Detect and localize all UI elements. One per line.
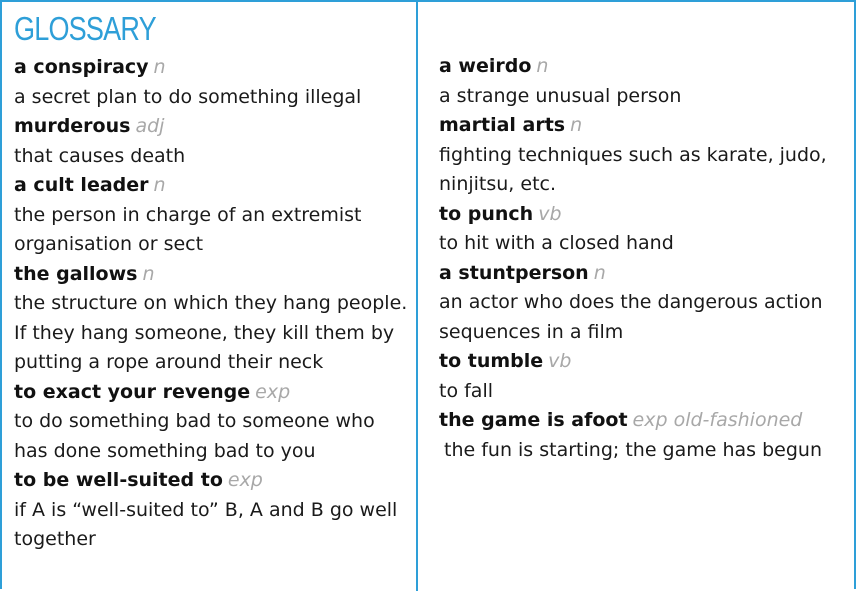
entry-term: murderous <box>14 115 131 137</box>
entry-definition: fighting techniques such as karate, judo… <box>439 143 827 196</box>
entry-term: to punch <box>439 202 534 225</box>
entry-part-of-speech: n <box>593 261 606 284</box>
glossary-right-column: a weirdo n a strange unusual person marti… <box>439 52 844 465</box>
glossary-entry: martial arts n fighting techniques such a… <box>439 111 844 200</box>
entry-term: a weirdo <box>439 55 532 77</box>
entry-term: the gallows <box>14 262 138 285</box>
entry-term-line: a cult leader n <box>14 171 410 201</box>
entry-definition: the person in charge of an extremist org… <box>14 203 362 256</box>
entry-term: martial arts <box>439 114 566 136</box>
entry-definition: to do something bad to someone who has d… <box>14 410 375 462</box>
glossary-entry: a weirdo n a strange unusual person <box>439 52 844 111</box>
entry-definition: if A is “well-suited to” B, A and B go w… <box>14 498 398 551</box>
entry-term: to tumble <box>439 350 544 372</box>
entry-part-of-speech: n <box>570 114 583 136</box>
entry-part-of-speech: vb <box>538 202 562 225</box>
entry-term: to exact your revenge <box>14 380 251 403</box>
entry-term-line: a weirdo n <box>439 52 844 82</box>
entry-term-line: martial arts n <box>439 111 844 141</box>
glossary-entry: to be well-suited to exp if A is “well-su… <box>14 466 410 555</box>
glossary-entry: murderous adj that causes death <box>14 112 410 171</box>
entry-term-line: to punch vb <box>439 200 844 230</box>
glossary-entry: to exact your revenge exp to do something… <box>14 378 410 467</box>
column-divider <box>416 0 418 591</box>
entry-definition: an actor who does the dangerous action s… <box>439 291 823 343</box>
entry-term: a conspiracy <box>14 56 149 78</box>
glossary-entry: the game is afoot exp old-fashioned the f… <box>439 406 844 465</box>
entry-term-line: to exact your revenge exp <box>14 378 410 408</box>
entry-part-of-speech: n <box>536 55 549 77</box>
entry-term-line: to be well-suited to exp <box>14 466 410 496</box>
entry-term-line: murderous adj <box>14 112 410 142</box>
entry-term: a stuntperson <box>439 261 589 284</box>
entry-term-line: the game is afoot exp old-fashioned <box>439 406 844 436</box>
entry-term-line: a stuntperson n <box>439 259 844 289</box>
glossary-entry: to tumble vb to fall <box>439 347 844 406</box>
entry-definition: to hit with a closed hand <box>439 232 674 254</box>
glossary-heading: GLOSSARY <box>14 10 157 47</box>
entry-definition: the fun is starting; the game has begun <box>444 438 823 461</box>
entry-part-of-speech: adj <box>135 115 165 137</box>
entry-definition: a strange unusual person <box>439 84 682 107</box>
entry-part-of-speech: exp <box>255 380 291 403</box>
glossary-entry: to punch vb to hit with a closed hand <box>439 200 844 259</box>
glossary-entry: a cult leader n the person in charge of a… <box>14 171 410 260</box>
entry-part-of-speech: exp old-fashioned <box>632 409 803 431</box>
entry-term: to be well-suited to <box>14 469 223 491</box>
entry-term: a cult leader <box>14 174 149 196</box>
entry-term-line: the gallows n <box>14 260 410 290</box>
glossary-entry: a conspiracy n a secret plan to do someth… <box>14 53 410 112</box>
entry-term: the game is afoot <box>439 409 628 431</box>
entry-definition: the structure on which they hang people.… <box>14 292 408 373</box>
entry-part-of-speech: vb <box>548 350 572 372</box>
entry-term-line: a conspiracy n <box>14 53 410 83</box>
entry-definition: to fall <box>439 379 494 402</box>
glossary-entry: the gallows n the structure on which they… <box>14 260 410 378</box>
glossary-entry: a stuntperson n an actor who does the dan… <box>439 259 844 348</box>
entry-term-line: to tumble vb <box>439 347 844 377</box>
entry-part-of-speech: n <box>153 56 166 78</box>
entry-definition: a secret plan to do something illegal <box>14 85 362 108</box>
entry-definition: that causes death <box>14 144 186 167</box>
glossary-left-column: GLOSSARY a conspiracy n a secret plan to … <box>14 8 410 555</box>
entry-part-of-speech: n <box>142 262 155 285</box>
entry-part-of-speech: exp <box>227 469 263 491</box>
entry-part-of-speech: n <box>153 174 166 196</box>
